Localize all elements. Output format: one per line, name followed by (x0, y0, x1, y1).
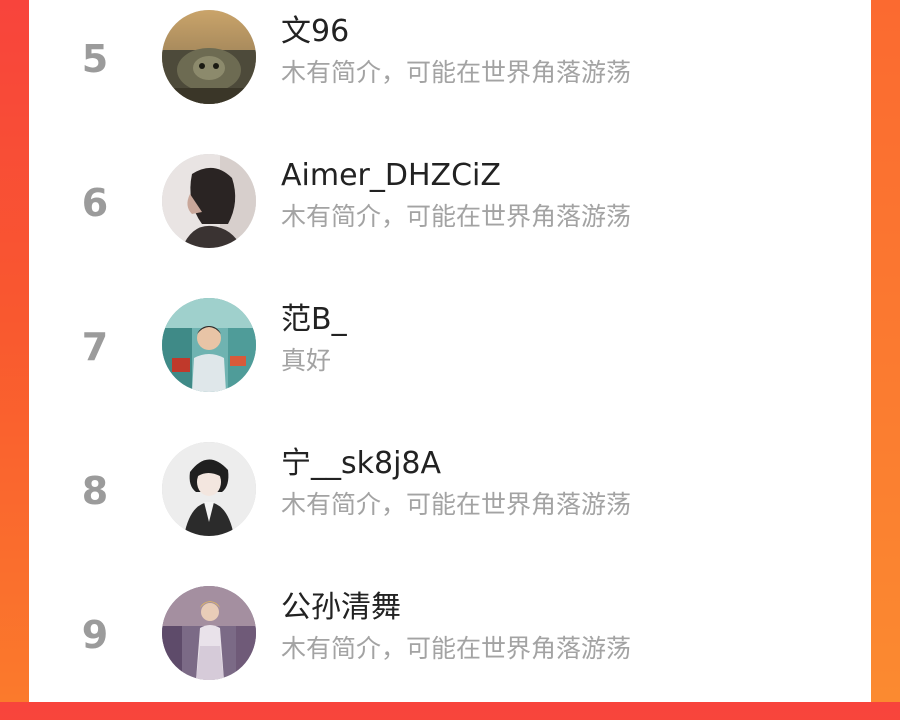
background-edge-right (870, 0, 900, 702)
avatar[interactable] (162, 586, 256, 680)
avatar[interactable] (162, 298, 256, 392)
list-item[interactable]: 6 Aimer_DHZCiZ 木有简介，可能在世界角落游荡 (29, 144, 871, 288)
user-bio: 木有简介，可能在世界角落游荡 (281, 634, 632, 663)
rank-number: 9 (81, 613, 109, 657)
rank-number: 7 (81, 325, 109, 369)
list-item[interactable]: 9 公孙清舞 木有简介，可能在世界角落游荡 (29, 576, 871, 720)
user-name[interactable]: 文96 (281, 12, 349, 52)
child-photo-avatar-icon (162, 298, 256, 392)
user-bio: 真好 (281, 346, 332, 375)
user-name[interactable]: 范B_ (281, 300, 347, 340)
user-name[interactable]: Aimer_DHZCiZ (281, 156, 501, 196)
list-item[interactable]: 5 文96 木有简介，可能在世界角落游荡 (29, 0, 871, 144)
anime-boy-avatar-icon (162, 442, 256, 536)
rank-number: 6 (81, 181, 109, 225)
user-name[interactable]: 宁__sk8j8A (281, 444, 441, 484)
woman-dress-avatar-icon (162, 586, 256, 680)
list-item[interactable]: 7 范B_ 真好 (29, 288, 871, 432)
rank-list-card: 5 文96 木有简介，可能在世界角落游荡 6 Aimer_DHZCiZ 木有简介… (29, 0, 871, 702)
user-bio: 木有简介，可能在世界角落游荡 (281, 58, 632, 87)
avatar[interactable] (162, 154, 256, 248)
list-item[interactable]: 8 宁__sk8j8A 木有简介，可能在世界角落游荡 (29, 432, 871, 576)
user-bio: 木有简介，可能在世界角落游荡 (281, 202, 632, 231)
user-bio: 木有简介，可能在世界角落游荡 (281, 490, 632, 519)
rank-number: 5 (81, 37, 109, 81)
avatar[interactable] (162, 10, 256, 104)
user-name[interactable]: 公孙清舞 (281, 588, 401, 628)
rank-number: 8 (81, 469, 109, 513)
girl-profile-avatar-icon (162, 154, 256, 248)
turtle-avatar-icon (162, 10, 256, 104)
avatar[interactable] (162, 442, 256, 536)
